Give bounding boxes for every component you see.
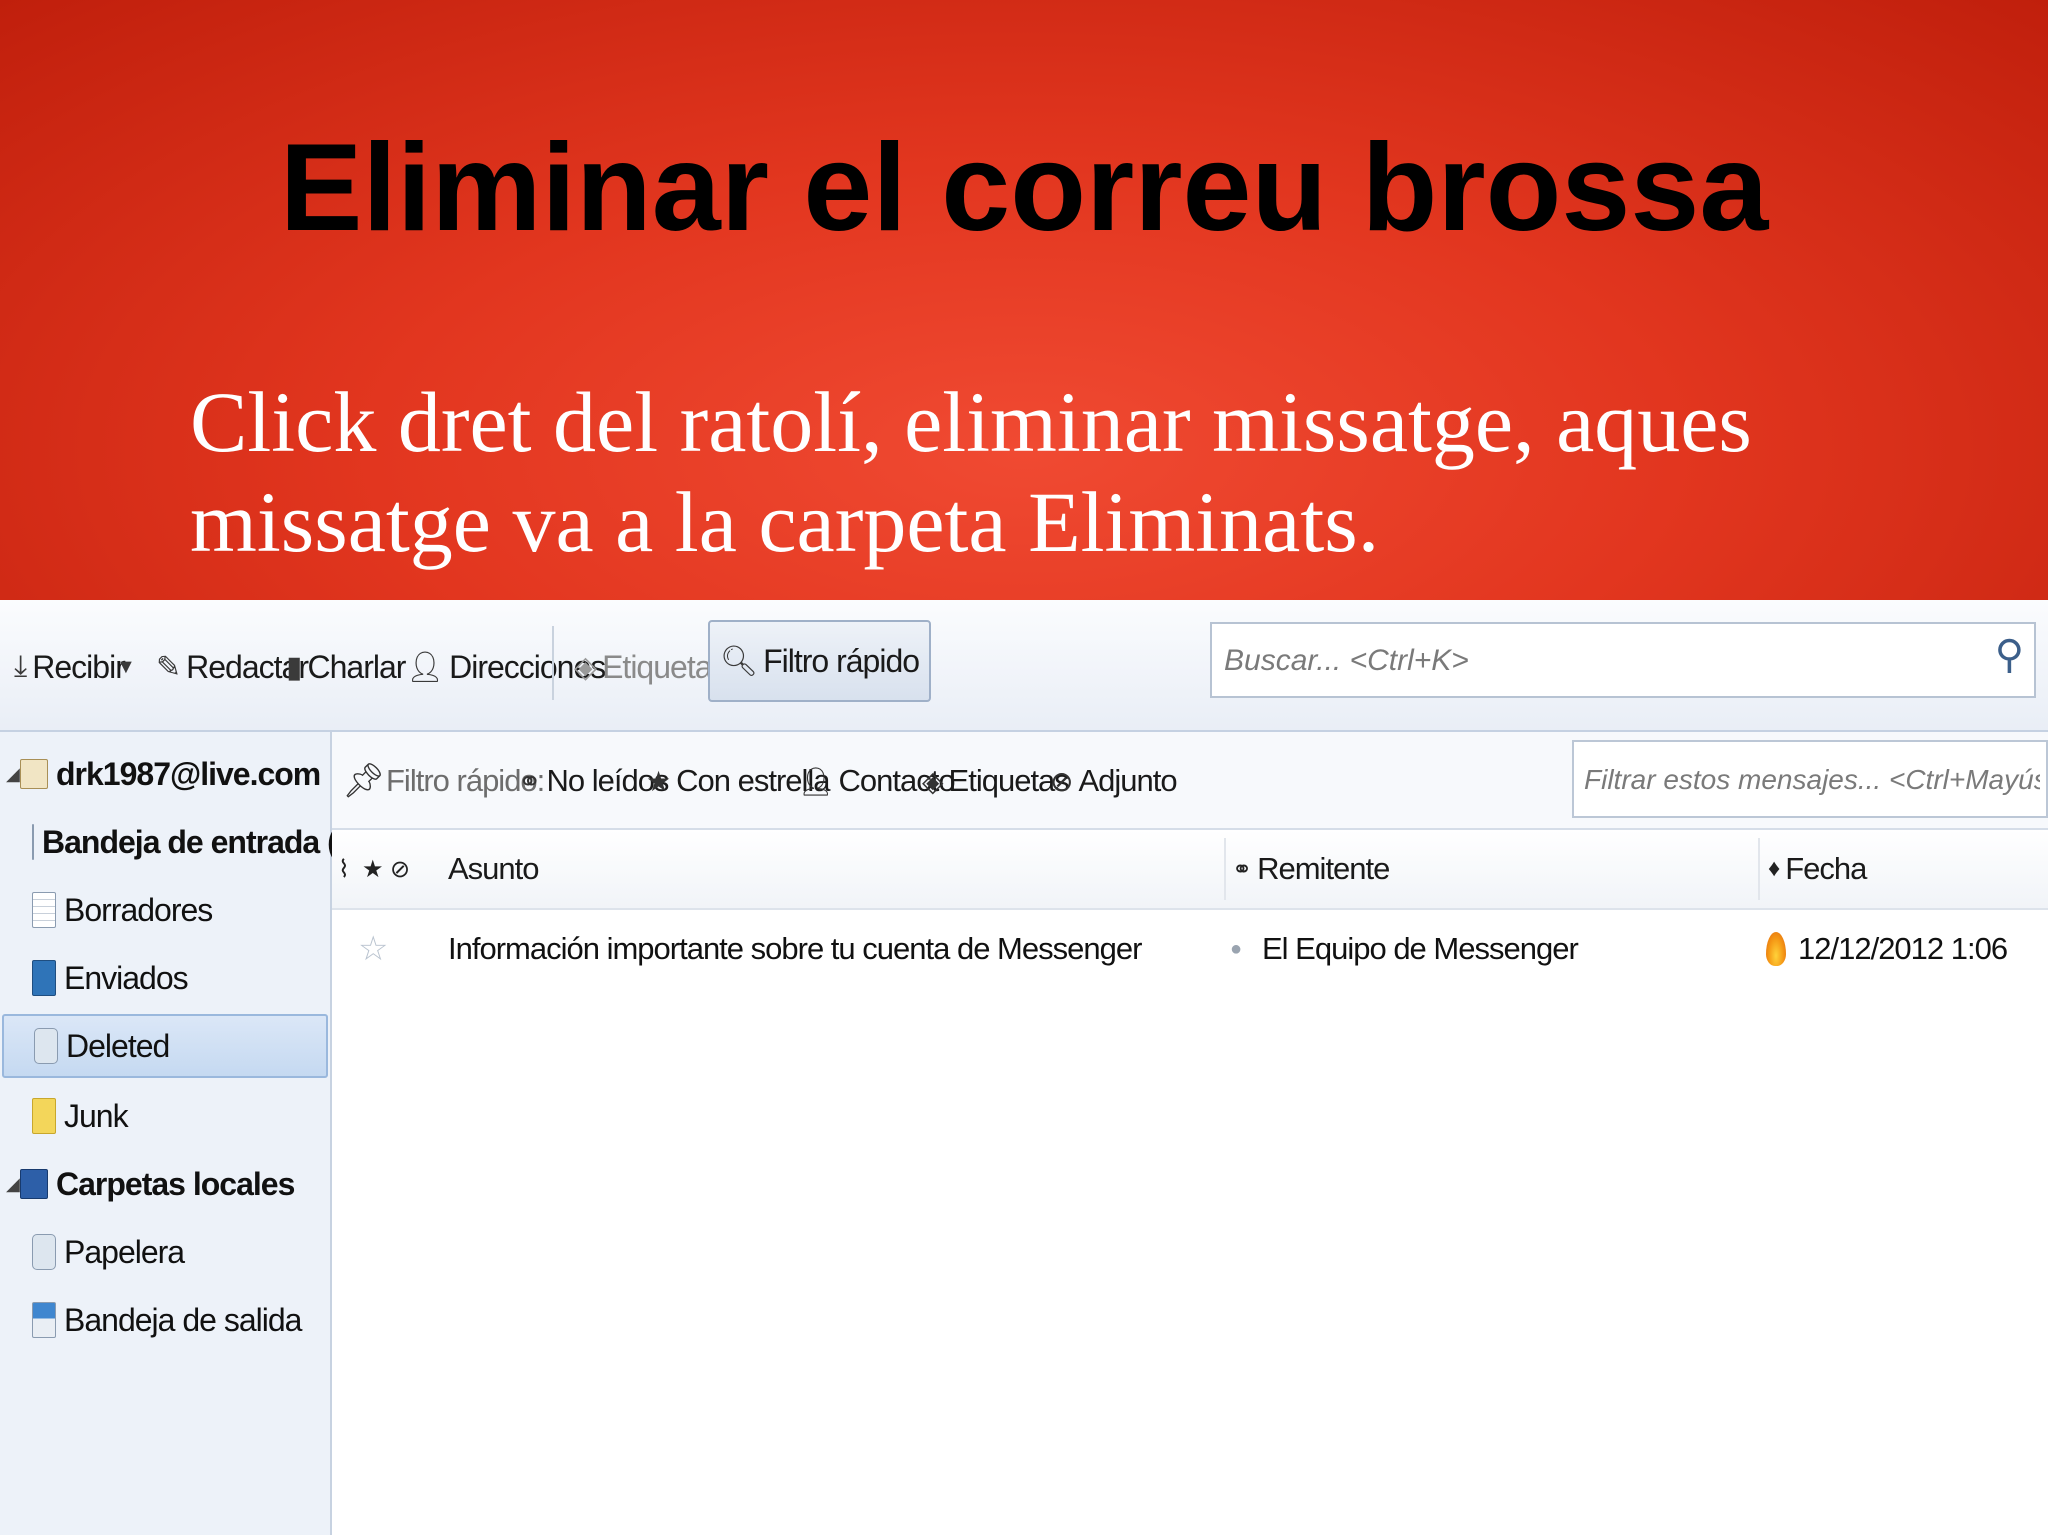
dropdown-arrow-icon: ▼ <box>116 655 136 678</box>
folder-inbox-label: Bandeja de entrada (65) <box>42 823 381 860</box>
filter-attachment-label: Adjunto <box>1078 763 1177 798</box>
filter-attachment-button[interactable]: ⊘ Adjunto <box>1050 756 1178 806</box>
message-date-cell: 12/12/2012 1:06 <box>1766 924 2008 974</box>
column-sender[interactable]: ⚭ Remitente <box>1232 844 1390 894</box>
folder-local-folders[interactable]: ◢ Carpetas locales <box>0 1152 332 1216</box>
tag-label: Etiqueta <box>602 648 712 685</box>
slide-title: Eliminar el correu brossa <box>279 119 1769 257</box>
junk-folder-icon <box>32 1098 56 1134</box>
column-attachment[interactable]: ⊘ <box>390 844 415 894</box>
folder-account-label: drk1987@live.com <box>56 755 321 792</box>
get-mail-button[interactable]: ⤓ Recibir <box>14 638 126 696</box>
folder-sent-label: Enviados <box>64 959 189 996</box>
column-separator[interactable] <box>1758 838 1760 900</box>
folder-sent[interactable]: Enviados <box>0 946 358 1010</box>
folder-account[interactable]: ◢ drk1987@live.com <box>0 742 332 806</box>
global-search-box: ⚲ <box>1210 622 2036 698</box>
slide-body-text: Click dret del ratolí, eliminar missatge… <box>190 372 1990 572</box>
collapse-triangle-icon[interactable]: ◢ <box>6 764 20 785</box>
folder-drafts-label: Borradores <box>64 891 213 928</box>
folder-outbox-label: Bandeja de salida <box>64 1301 302 1338</box>
outbox-icon <box>32 1302 56 1338</box>
magnifier-icon: 🔍︎ <box>720 644 758 678</box>
star-icon: ★ <box>646 765 671 797</box>
message-list-header: ⌇ ★ ⊘ Asunto ⚭ Remitente ♦ Fecha <box>332 830 2048 910</box>
download-icon: ⤓ <box>14 650 27 683</box>
message-filter-box <box>1572 740 2048 818</box>
quick-filter-label: Filtro rápido <box>763 642 920 679</box>
slide-body-line-2: missatge va a la carpeta Eliminats. <box>190 474 1380 570</box>
search-icon[interactable]: ⚲ <box>1995 632 2024 678</box>
trash-icon <box>32 1234 56 1270</box>
get-mail-dropdown-button[interactable]: ▼ <box>116 638 141 696</box>
read-status-dot-icon[interactable]: ● <box>1230 924 1242 974</box>
column-starred[interactable]: ★ <box>362 844 389 894</box>
star-toggle-icon[interactable]: ☆ <box>358 924 389 974</box>
folder-inbox[interactable]: Bandeja de entrada (65) <box>0 810 381 874</box>
collapse-triangle-icon[interactable]: ◢ <box>6 1174 20 1195</box>
filter-tags-button[interactable]: ◈ Etiquetas <box>922 756 1070 806</box>
account-icon <box>20 759 48 789</box>
folder-junk-label: Junk <box>64 1097 129 1134</box>
column-date-label: Fecha <box>1785 851 1867 886</box>
folder-trash-label: Papelera <box>64 1233 185 1270</box>
folder-pane: ◢ drk1987@live.com Bandeja de entrada (6… <box>0 732 381 1535</box>
column-sender-label: Remitente <box>1257 851 1390 886</box>
folder-deleted[interactable]: Deleted <box>2 1014 328 1078</box>
quick-filter-toggle-button[interactable]: 🔍︎ Filtro rápido <box>708 620 932 702</box>
mail-client-window: ⤓ Recibir ▼ ✎ Redactar ▮ Charlar 👤︎ Dire… <box>0 600 2048 1535</box>
junk-status-icon: ♦ <box>1768 855 1780 882</box>
folder-outbox[interactable]: Bandeja de salida <box>0 1288 358 1352</box>
folder-deleted-label: Deleted <box>66 1027 170 1064</box>
message-sender: El Equipo de Messenger <box>1262 931 1579 966</box>
chat-label: Charlar <box>307 648 407 685</box>
toolbar-separator <box>552 626 554 700</box>
drafts-icon <box>32 892 56 928</box>
message-date: 12/12/2012 1:06 <box>1798 931 2008 966</box>
tag-icon: ◈ <box>922 765 944 797</box>
main-toolbar: ⤓ Recibir ▼ ✎ Redactar ▮ Charlar 👤︎ Dire… <box>0 600 2048 732</box>
column-subject[interactable]: Asunto <box>448 844 540 894</box>
person-icon: 👤︎ <box>798 765 834 797</box>
column-subject-label: Asunto <box>448 851 540 886</box>
chat-bubble-icon: ▮ <box>286 650 302 684</box>
pin-icon: 📌︎ <box>342 762 385 800</box>
pin-quick-filter-button[interactable]: 📌︎ <box>342 756 390 806</box>
chat-button[interactable]: ▮ Charlar <box>286 638 407 696</box>
paperclip-icon: ⊘ <box>390 855 410 883</box>
glasses-icon: ⚭ <box>518 765 541 797</box>
folder-local-folders-label: Carpetas locales <box>56 1165 295 1202</box>
slide-header: Eliminar el correu brossa Click dret del… <box>0 0 2048 600</box>
global-search-input[interactable] <box>1222 634 1986 688</box>
thread-icon: ⌇ <box>338 855 350 883</box>
folder-junk[interactable]: Junk <box>0 1084 358 1148</box>
get-mail-label: Recibir <box>32 648 126 685</box>
column-date[interactable]: ♦ Fecha <box>1768 844 1867 894</box>
computer-icon <box>20 1169 48 1199</box>
slide-body-line-1: Click dret del ratolí, eliminar missatge… <box>190 374 1752 470</box>
table-row[interactable]: ☆ Información importante sobre tu cuenta… <box>332 912 2048 988</box>
folder-drafts[interactable]: Borradores <box>0 878 358 942</box>
junk-flame-icon[interactable] <box>1766 932 1786 966</box>
person-icon: 👤︎ <box>406 650 444 684</box>
column-thread[interactable]: ⌇ <box>338 844 355 894</box>
folder-trash[interactable]: Papelera <box>0 1220 358 1284</box>
inbox-icon <box>32 824 34 860</box>
paperclip-icon: ⊘ <box>1050 765 1073 797</box>
tag-icon: ◈ <box>574 650 597 684</box>
glasses-icon: ⚭ <box>1232 855 1252 883</box>
star-icon: ★ <box>362 855 383 883</box>
pencil-icon: ✎ <box>156 650 181 684</box>
column-separator[interactable] <box>1224 838 1226 900</box>
quick-filter-bar: 📌︎ Filtro rápido: ⚭ No leídos ★ Con estr… <box>332 732 2048 830</box>
message-subject: Información importante sobre tu cuenta d… <box>448 931 1142 966</box>
sent-icon <box>32 960 56 996</box>
trash-icon <box>34 1028 58 1064</box>
message-filter-input[interactable] <box>1582 754 2042 806</box>
